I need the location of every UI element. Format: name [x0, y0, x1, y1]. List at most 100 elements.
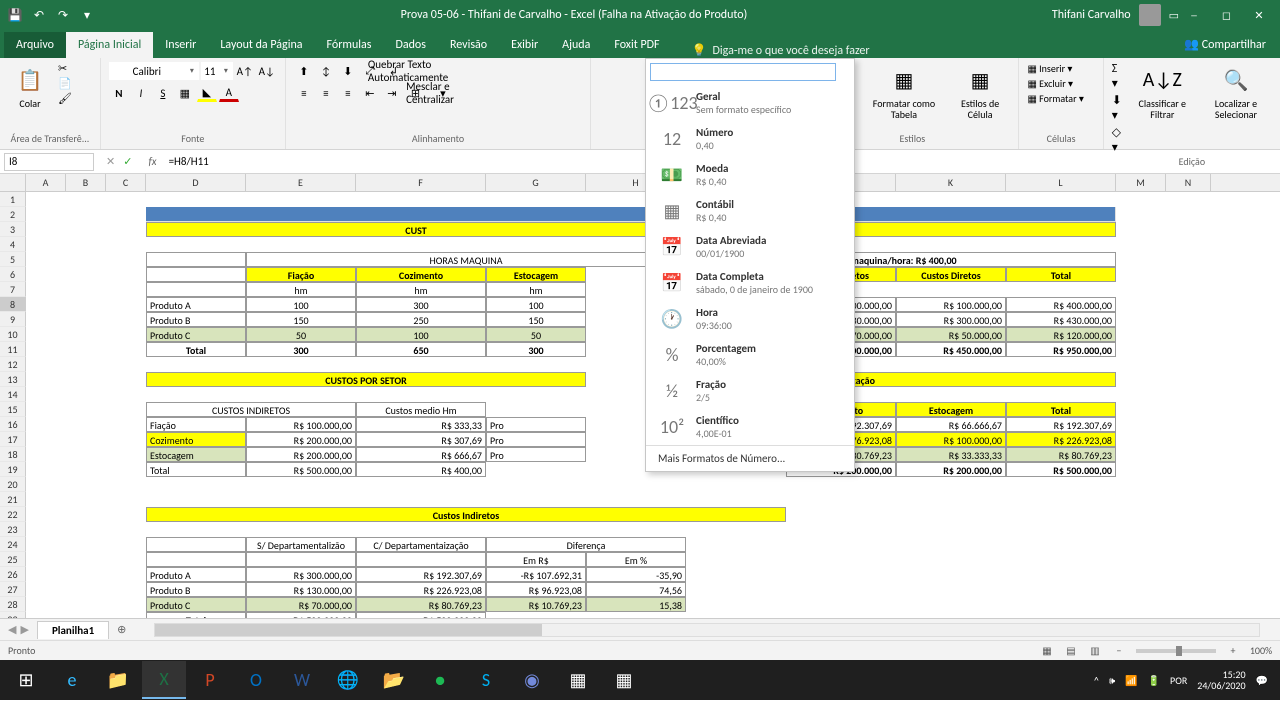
- cell[interactable]: R$ 400,00: [356, 462, 486, 477]
- row-header[interactable]: 4: [0, 237, 26, 252]
- col-header[interactable]: F: [356, 174, 486, 191]
- cell[interactable]: Total: [1006, 402, 1116, 417]
- cell[interactable]: 250: [356, 312, 486, 327]
- row-header[interactable]: 15: [0, 402, 26, 417]
- autosum-icon[interactable]: Σ ▾: [1112, 62, 1125, 91]
- tab-home[interactable]: Página Inicial: [66, 32, 153, 58]
- tab-foxit[interactable]: Foxit PDF: [602, 32, 671, 58]
- nf-currency[interactable]: 💵MoedaR$ 0,40: [646, 157, 854, 193]
- sheet-prev-icon[interactable]: ◀: [8, 623, 16, 636]
- cell[interactable]: Fiação: [246, 267, 356, 282]
- row-header[interactable]: 17: [0, 432, 26, 447]
- find-select-button[interactable]: 🔍Localizar e Selecionar: [1200, 62, 1272, 122]
- cell[interactable]: R$ 450.000,00: [896, 342, 1006, 357]
- cell[interactable]: Estocagem: [896, 402, 1006, 417]
- language-indicator[interactable]: POR: [1170, 674, 1187, 687]
- cell[interactable]: R$ 500.000,00: [1006, 462, 1116, 477]
- word-icon[interactable]: W: [280, 661, 324, 699]
- row-header[interactable]: 11: [0, 342, 26, 357]
- zoom-out-icon[interactable]: −: [1108, 643, 1130, 659]
- indent-left-icon[interactable]: ⇤: [360, 84, 380, 102]
- nf-number[interactable]: 12Número0,40: [646, 121, 854, 157]
- align-left-icon[interactable]: ≡: [294, 84, 314, 102]
- powerpoint-icon[interactable]: P: [188, 661, 232, 699]
- borders-button[interactable]: ▦: [175, 84, 195, 102]
- clock[interactable]: 15:2024/06/2020: [1197, 669, 1245, 691]
- nf-long-date[interactable]: 📅Data Completasábado, 0 de janeiro de 19…: [646, 265, 854, 301]
- cell[interactable]: R$ 500.000,00: [356, 612, 486, 618]
- nf-fraction[interactable]: ½Fração2/5: [646, 373, 854, 409]
- cell[interactable]: hm: [486, 282, 586, 297]
- network-icon[interactable]: 🕪: [1109, 674, 1115, 687]
- clear-icon[interactable]: ◇ ▾: [1112, 125, 1125, 155]
- cell[interactable]: R$ 66.666,67: [896, 417, 1006, 432]
- wifi-icon[interactable]: 📶: [1125, 674, 1137, 687]
- fx-icon[interactable]: fx: [140, 155, 164, 168]
- cell[interactable]: CUSTOS POR SETOR: [146, 372, 586, 387]
- spreadsheet-grid[interactable]: ABCDEFGHIJKLMN 1234567891011121314151617…: [0, 174, 1280, 618]
- tab-file[interactable]: Arquivo: [4, 32, 66, 58]
- cell[interactable]: Fiação: [146, 417, 246, 432]
- nf-accounting[interactable]: ▦ContábilR$ 0,40: [646, 193, 854, 229]
- italic-button[interactable]: I: [131, 84, 151, 102]
- cell[interactable]: R$ 130.000,00: [246, 582, 356, 597]
- cell[interactable]: R$ 307,69: [356, 432, 486, 447]
- maximize-button[interactable]: ◻: [1212, 0, 1242, 30]
- tab-review[interactable]: Revisão: [438, 32, 499, 58]
- tab-help[interactable]: Ajuda: [550, 32, 602, 58]
- cell[interactable]: 100: [356, 327, 486, 342]
- minimize-button[interactable]: ─: [1179, 0, 1209, 30]
- font-size-combo[interactable]: 11: [201, 62, 233, 80]
- cell[interactable]: R$ 950.000,00: [1006, 342, 1116, 357]
- col-header[interactable]: M: [1116, 174, 1166, 191]
- enter-icon[interactable]: ✓: [123, 155, 132, 168]
- cell[interactable]: R$ 80.769,23: [356, 597, 486, 612]
- cell[interactable]: -R$ 107.692,31: [486, 567, 586, 582]
- ribbon-display-icon[interactable]: ▭: [1169, 9, 1179, 22]
- cell[interactable]: R$ 226.923,08: [356, 582, 486, 597]
- tab-insert[interactable]: Inserir: [153, 32, 208, 58]
- nf-percent[interactable]: %Porcentagem40,00%: [646, 337, 854, 373]
- fill-color-button[interactable]: ◣: [197, 84, 217, 102]
- page-break-icon[interactable]: ▥: [1084, 643, 1106, 659]
- row-header[interactable]: 25: [0, 552, 26, 567]
- cell[interactable]: R$ 96.923,08: [486, 582, 586, 597]
- col-header[interactable]: C: [106, 174, 146, 191]
- align-middle-icon[interactable]: ↕: [316, 62, 336, 80]
- zoom-level[interactable]: 100%: [1250, 643, 1272, 659]
- cell[interactable]: R$ 192.307,69: [356, 567, 486, 582]
- chrome-icon[interactable]: 🌐: [326, 661, 370, 699]
- cell[interactable]: [356, 552, 486, 567]
- row-header[interactable]: 9: [0, 312, 26, 327]
- cell[interactable]: R$ 300.000,00: [246, 567, 356, 582]
- row-header[interactable]: 23: [0, 522, 26, 537]
- cell[interactable]: CUSTOS INDIRETOS: [146, 402, 356, 417]
- number-format-input[interactable]: [650, 63, 836, 81]
- font-color-button[interactable]: A: [219, 84, 239, 102]
- cell[interactable]: [146, 252, 246, 267]
- row-header[interactable]: 18: [0, 447, 26, 462]
- zoom-in-icon[interactable]: +: [1222, 643, 1244, 659]
- outlook-icon[interactable]: O: [234, 661, 278, 699]
- row-header[interactable]: 20: [0, 477, 26, 492]
- cell[interactable]: Em %: [586, 552, 686, 567]
- format-cells-button[interactable]: ▦ Formatar ▾: [1027, 92, 1083, 105]
- cell[interactable]: R$ 10.769,23: [486, 597, 586, 612]
- cell[interactable]: Total: [1006, 267, 1116, 282]
- bold-button[interactable]: N: [109, 84, 129, 102]
- cell[interactable]: Produto B: [146, 312, 246, 327]
- tray-chevron-icon[interactable]: ^: [1094, 674, 1099, 687]
- cell[interactable]: R$ 430.000,00: [1006, 312, 1116, 327]
- sheet-tab[interactable]: Planilha1: [37, 621, 109, 639]
- explorer-icon[interactable]: 📁: [96, 661, 140, 699]
- cell[interactable]: C/ Departamentaização: [356, 537, 486, 552]
- cell[interactable]: Pro: [486, 447, 586, 462]
- name-box[interactable]: [4, 153, 94, 171]
- tell-me[interactable]: 💡 Diga-me o que você deseja fazer: [672, 43, 1175, 58]
- excel-icon[interactable]: X: [142, 661, 186, 699]
- cell[interactable]: Produto A: [146, 297, 246, 312]
- user-avatar[interactable]: [1139, 4, 1161, 26]
- row-header[interactable]: 19: [0, 462, 26, 477]
- cell[interactable]: R$ 80.769,23: [1006, 447, 1116, 462]
- format-painter-icon[interactable]: 🖌: [58, 92, 72, 105]
